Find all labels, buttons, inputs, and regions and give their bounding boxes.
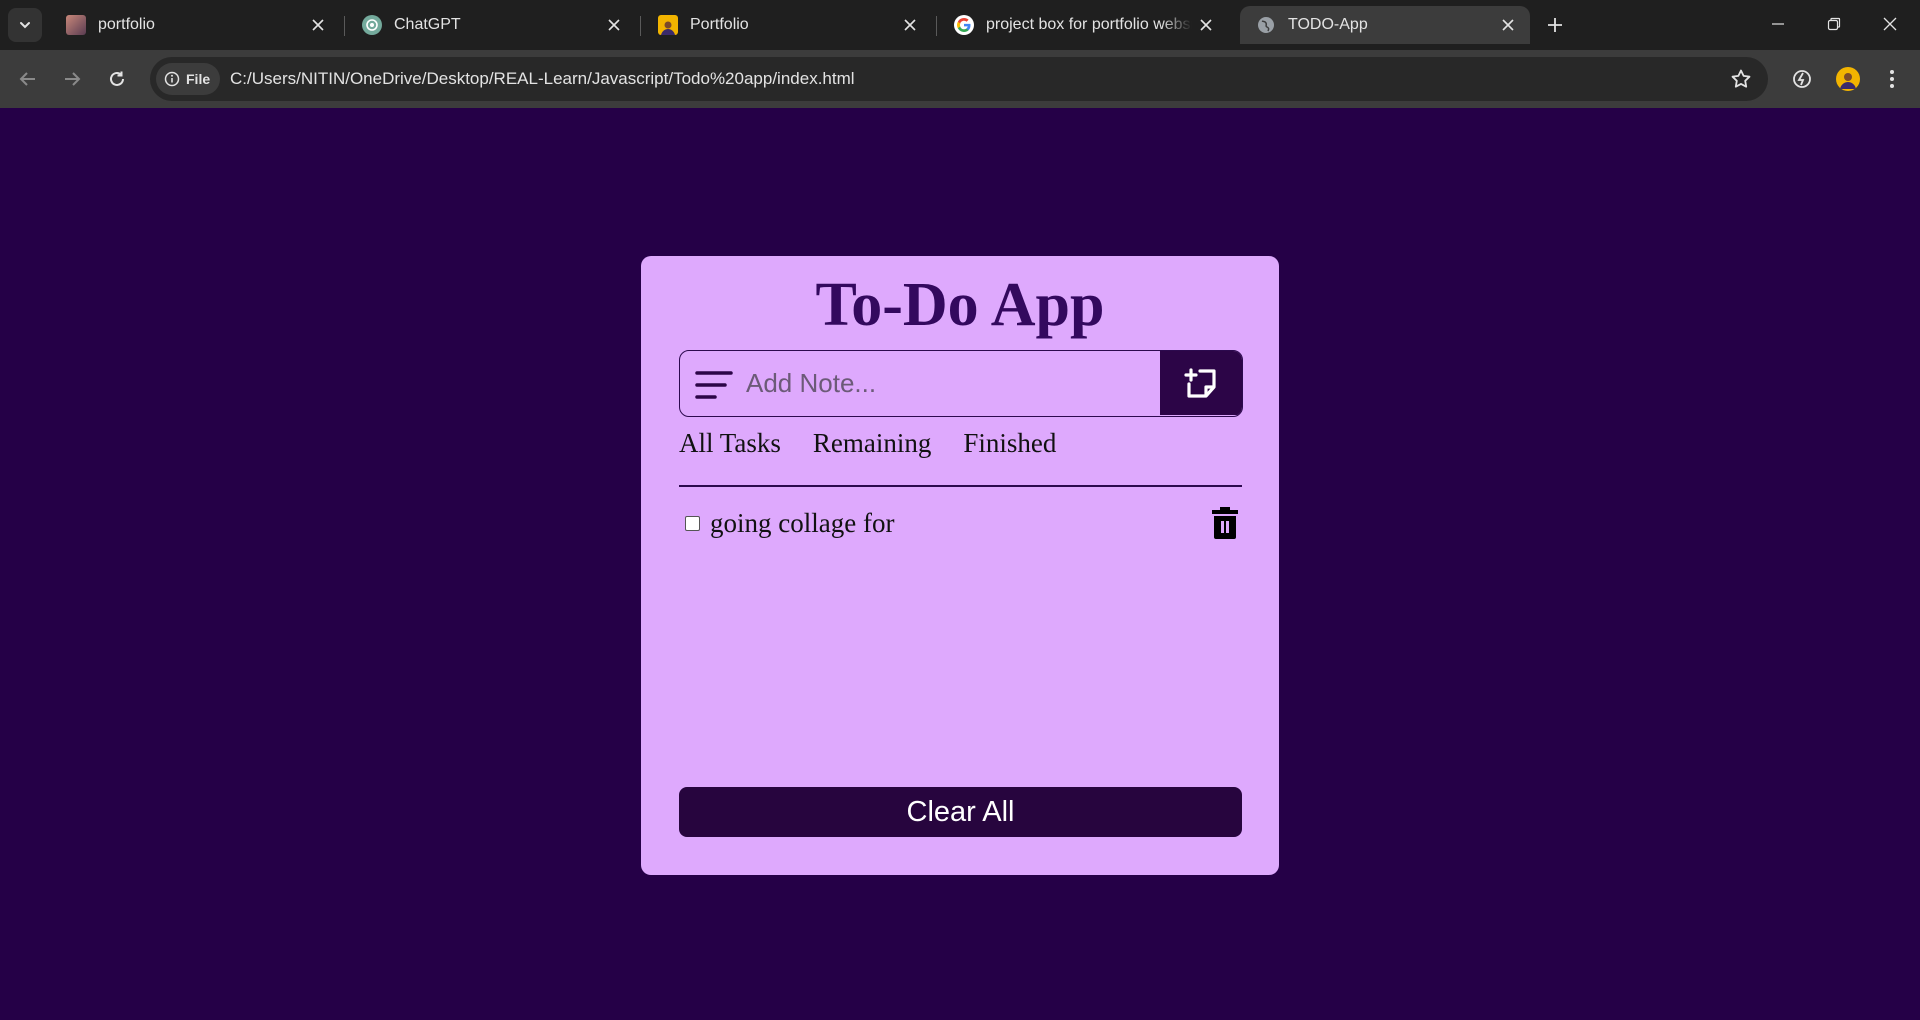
tab-separator bbox=[344, 16, 345, 36]
task-text: going collage for bbox=[710, 507, 895, 538]
add-note-icon bbox=[1184, 368, 1216, 398]
back-button[interactable] bbox=[10, 61, 46, 97]
extensions-button[interactable] bbox=[1788, 65, 1816, 93]
tab-google-search[interactable]: project box for portfolio website bbox=[938, 6, 1228, 44]
tab-separator bbox=[640, 16, 641, 36]
url-text[interactable]: C:/Users/NITIN/OneDrive/Desktop/REAL-Lea… bbox=[230, 69, 855, 89]
chatgpt-icon bbox=[362, 15, 382, 35]
delete-task-button[interactable] bbox=[1211, 507, 1239, 544]
new-tab-button[interactable] bbox=[1540, 10, 1570, 40]
close-window-button[interactable] bbox=[1862, 0, 1918, 48]
performance-icon bbox=[1793, 70, 1811, 88]
more-vertical-icon bbox=[1890, 70, 1894, 88]
browser-toolbar: File C:/Users/NITIN/OneDrive/Desktop/REA… bbox=[0, 50, 1920, 108]
tab-todo-app[interactable]: TODO-App bbox=[1240, 6, 1530, 44]
todo-card: To-Do App All Tasks Remaining Finished g… bbox=[641, 256, 1279, 875]
tab-separator bbox=[936, 16, 937, 36]
bookmark-star-icon[interactable] bbox=[1730, 68, 1752, 95]
tab-title: project box for portfolio website bbox=[986, 16, 1192, 33]
filter-all-tasks[interactable]: All Tasks bbox=[679, 428, 781, 459]
tab-title: portfolio bbox=[98, 16, 155, 33]
info-icon bbox=[164, 71, 180, 87]
avatar-icon bbox=[1840, 73, 1856, 89]
menu-lines-icon bbox=[695, 371, 733, 399]
close-icon[interactable] bbox=[896, 11, 924, 39]
restore-icon bbox=[1827, 17, 1841, 31]
site-info-chip[interactable]: File bbox=[156, 63, 221, 95]
tab-search-button[interactable] bbox=[8, 8, 42, 42]
add-note-input[interactable] bbox=[746, 351, 1156, 415]
tab-chatgpt[interactable]: ChatGPT bbox=[346, 6, 636, 44]
google-icon bbox=[954, 15, 974, 35]
tab-strip: portfolio ChatGPT Portfolio project box … bbox=[0, 0, 1920, 50]
task-checkbox[interactable] bbox=[685, 515, 700, 531]
minimize-button[interactable] bbox=[1750, 0, 1806, 48]
site-chip-label: File bbox=[186, 71, 211, 87]
avatar-icon bbox=[658, 15, 678, 35]
add-note-button[interactable] bbox=[1160, 351, 1242, 415]
close-icon[interactable] bbox=[1192, 11, 1220, 39]
filter-tabs: All Tasks Remaining Finished bbox=[679, 428, 1056, 459]
restore-button[interactable] bbox=[1806, 0, 1862, 48]
page-title: To-Do App bbox=[815, 271, 1105, 339]
reload-button[interactable] bbox=[99, 61, 135, 97]
address-bar[interactable]: File C:/Users/NITIN/OneDrive/Desktop/REA… bbox=[150, 57, 1768, 101]
reload-icon bbox=[110, 71, 124, 86]
profile-button[interactable] bbox=[1834, 65, 1862, 93]
clear-all-button[interactable]: Clear All bbox=[679, 787, 1242, 837]
chevron-down-icon bbox=[20, 22, 30, 29]
filter-remaining[interactable]: Remaining bbox=[813, 428, 931, 459]
menu-button[interactable] bbox=[1878, 65, 1906, 93]
arrow-right-icon bbox=[65, 72, 81, 86]
minimize-icon bbox=[1772, 23, 1784, 25]
tab-title: ChatGPT bbox=[394, 16, 461, 33]
tab-portfolio-2[interactable]: Portfolio bbox=[642, 6, 932, 44]
tab-title: Portfolio bbox=[690, 16, 749, 33]
trash-icon bbox=[1212, 507, 1238, 539]
add-note-row bbox=[679, 350, 1243, 417]
tab-portfolio[interactable]: portfolio bbox=[50, 6, 340, 44]
profile-photo-icon bbox=[66, 15, 86, 35]
task-item: going collage for bbox=[685, 503, 1239, 543]
close-icon[interactable] bbox=[304, 11, 332, 39]
close-icon bbox=[1883, 17, 1897, 31]
arrow-left-icon bbox=[19, 72, 35, 86]
avatar bbox=[1836, 67, 1860, 91]
filter-finished[interactable]: Finished bbox=[963, 428, 1056, 459]
globe-icon bbox=[1256, 15, 1276, 35]
plus-icon bbox=[1548, 18, 1562, 32]
forward-button[interactable] bbox=[54, 61, 90, 97]
close-icon[interactable] bbox=[600, 11, 628, 39]
close-icon[interactable] bbox=[1494, 11, 1522, 39]
tab-title: TODO-App bbox=[1288, 16, 1368, 33]
divider bbox=[679, 485, 1242, 487]
